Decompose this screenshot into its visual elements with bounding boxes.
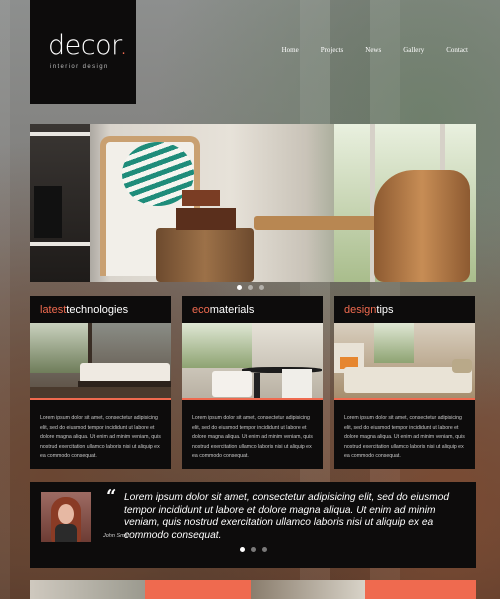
hero-dot-1[interactable] [236, 285, 242, 290]
hero-books [34, 186, 62, 238]
hero-shelf-board [30, 242, 90, 246]
hero-box [182, 190, 220, 206]
logo[interactable]: decor. interior design [30, 0, 136, 104]
main-nav: Home Projects News Gallery Contact [260, 46, 468, 54]
hero-dot-2[interactable] [247, 285, 253, 290]
testimonial-dot-1[interactable] [239, 547, 245, 552]
nav-news[interactable]: News [365, 46, 381, 54]
nav-gallery[interactable]: Gallery [403, 46, 424, 54]
card-text: Lorem ipsum dolor sit amet, consectetur … [40, 415, 161, 460]
card-design-tips: designtips Lorem ipsum dolor sit amet, c… [334, 296, 475, 469]
card-image[interactable] [334, 323, 475, 398]
card-latest-technologies: latesttechnologies Lorem ipsum dolor sit… [30, 296, 171, 469]
testimonial-author: John Smith [103, 533, 131, 539]
card-eco-materials: ecomaterials Lorem ipsum dolor sit amet,… [182, 296, 323, 469]
hero-pagination [0, 285, 500, 290]
card-image[interactable] [30, 323, 171, 398]
hero-slider[interactable] [30, 124, 476, 282]
card-title[interactable]: ecomaterials [192, 304, 254, 316]
testimonial-pagination [30, 547, 476, 552]
quote-icon: “ [106, 486, 117, 507]
card-accent-bar [30, 398, 171, 400]
nav-contact[interactable]: Contact [446, 46, 468, 54]
hero-stool [156, 228, 254, 282]
testimonial-dot-2[interactable] [250, 547, 256, 552]
testimonial-dot-3[interactable] [261, 547, 267, 552]
avatar [41, 492, 91, 542]
logo-wordmark: decor. [48, 30, 128, 61]
card-text: Lorem ipsum dolor sit amet, consectetur … [192, 415, 313, 460]
card-accent-bar [334, 398, 475, 400]
testimonial-quote: Lorem ipsum dolor sit amet, consectetur … [124, 492, 450, 541]
hero-shelf-board [30, 132, 90, 136]
card-accent-bar [182, 398, 323, 400]
hero-wood-chair [374, 170, 470, 282]
card-image[interactable] [182, 323, 323, 398]
card-text: Lorem ipsum dolor sit amet, consectetur … [344, 415, 465, 460]
hero-dot-3[interactable] [258, 285, 264, 290]
card-title[interactable]: latesttechnologies [40, 304, 128, 316]
next-section-strip [30, 580, 476, 599]
hero-box [176, 208, 236, 230]
testimonial-slider: “ Lorem ipsum dolor sit amet, consectetu… [30, 482, 476, 568]
card-title[interactable]: designtips [344, 304, 394, 316]
logo-tagline: interior design [50, 64, 109, 70]
nav-projects[interactable]: Projects [321, 46, 344, 54]
nav-home[interactable]: Home [282, 46, 299, 54]
